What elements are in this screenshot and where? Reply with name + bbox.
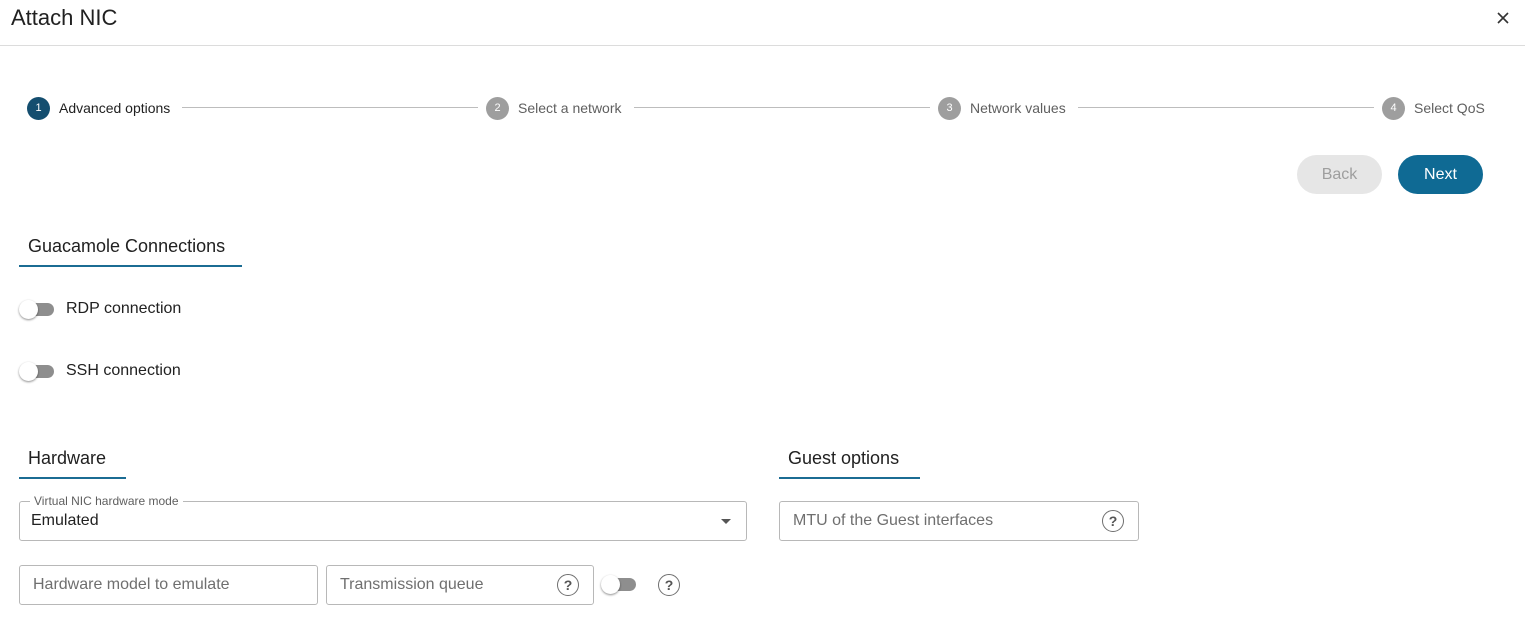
rdp-connection-row: RDP connection — [19, 297, 181, 321]
stepper: 1 Advanced options 2 Select a network 3 … — [0, 96, 1525, 120]
step-connector — [1078, 107, 1374, 108]
step-number: 2 — [486, 96, 509, 120]
mtu-help-icon[interactable]: ? — [1102, 510, 1124, 532]
mtu-field[interactable]: ? — [779, 501, 1139, 541]
close-icon[interactable] — [1495, 10, 1511, 26]
queue-toggle-help-icon[interactable]: ? — [658, 574, 680, 596]
ssh-connection-toggle[interactable] — [19, 361, 55, 381]
transmission-queue-field[interactable]: ? — [326, 565, 594, 605]
toggle-thumb — [19, 300, 38, 319]
dialog-header: Attach NIC — [0, 0, 1525, 46]
hardware-model-input[interactable] — [33, 566, 310, 604]
step-select-network[interactable]: 2 Select a network — [486, 96, 622, 120]
step-network-values[interactable]: 3 Network values — [938, 96, 1066, 120]
dropdown-arrow-icon — [721, 519, 731, 524]
step-label: Advanced options — [59, 100, 171, 116]
step-number: 3 — [938, 96, 961, 120]
guest-options-section-title: Guest options — [779, 448, 920, 479]
dialog-title: Attach NIC — [11, 5, 118, 30]
step-label: Select a network — [518, 100, 622, 116]
next-button[interactable]: Next — [1398, 155, 1483, 194]
toggle-thumb — [601, 575, 620, 594]
step-advanced-options[interactable]: 1 Advanced options — [27, 96, 170, 120]
back-button[interactable]: Back — [1297, 155, 1382, 194]
toggle-thumb — [19, 362, 38, 381]
transmission-queue-input[interactable] — [340, 566, 546, 604]
hardware-model-field[interactable] — [19, 565, 318, 605]
step-connector — [634, 107, 930, 108]
step-number: 4 — [1382, 96, 1405, 120]
step-label: Select QoS — [1414, 100, 1485, 116]
mtu-input[interactable] — [793, 502, 1091, 540]
nic-hardware-mode-select[interactable]: Virtual NIC hardware mode Emulated — [19, 494, 747, 541]
rdp-connection-toggle[interactable] — [19, 299, 55, 319]
transmission-queue-help-icon[interactable]: ? — [557, 574, 579, 596]
nic-hardware-mode-label: Virtual NIC hardware mode — [30, 494, 183, 508]
step-label: Network values — [970, 100, 1066, 116]
step-number: 1 — [27, 96, 50, 120]
hardware-section-title: Hardware — [19, 448, 126, 479]
guacamole-section-title: Guacamole Connections — [19, 236, 242, 267]
step-connector — [182, 107, 478, 108]
step-select-qos[interactable]: 4 Select QoS — [1382, 96, 1485, 120]
rdp-connection-label: RDP connection — [66, 300, 182, 317]
ssh-connection-label: SSH connection — [66, 362, 181, 379]
ssh-connection-row: SSH connection — [19, 359, 181, 383]
transmission-queue-toggle[interactable] — [601, 574, 637, 594]
nic-hardware-mode-value: Emulated — [31, 512, 99, 529]
